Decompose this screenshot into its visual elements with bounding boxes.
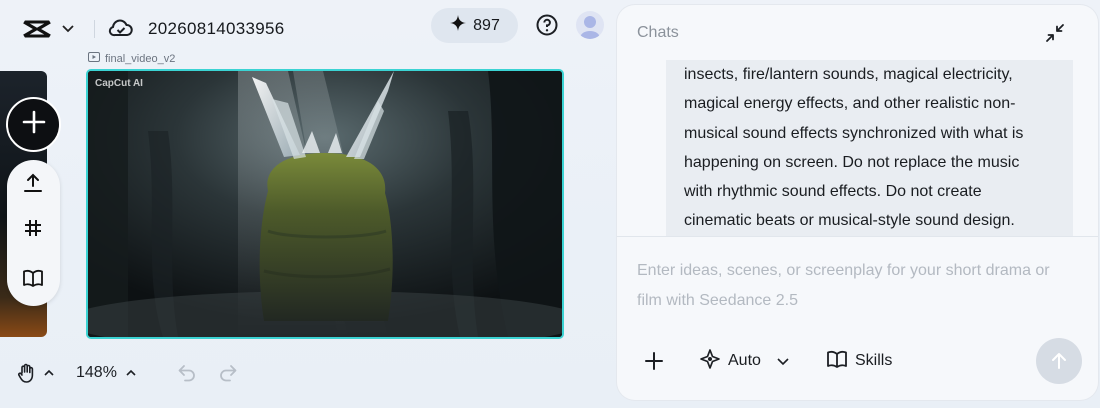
cloud-icon[interactable] [108,16,134,42]
hand-icon [18,363,34,383]
message-line: happening on screen. Do not replace the … [684,153,1020,171]
chat-message-text: insects, fire/lantern sounds, magical el… [684,60,1054,236]
chat-title: Chats [637,24,679,41]
undo-icon [178,365,195,382]
credits-button[interactable]: 897 [431,8,518,43]
capcut-logo-icon[interactable] [22,16,56,42]
mode-label: Auto [728,352,761,369]
skills-label: Skills [855,352,893,369]
hashtag-icon [25,220,41,236]
skills-button[interactable]: Skills [826,348,892,374]
avatar[interactable] [576,11,604,39]
chat-panel: Chats insects, fire/lantern sounds, magi… [617,5,1098,400]
upload-button[interactable] [19,169,47,197]
book-icon [23,269,43,287]
chevron-down-icon[interactable] [775,353,791,369]
chat-divider [617,236,1098,237]
plus-icon [21,109,47,140]
watermark: CapCut AI [95,78,143,89]
library-button[interactable] [19,264,47,292]
hand-tool-button[interactable] [16,362,38,384]
header-divider [94,20,95,38]
project-title[interactable]: 20260814033956 [148,19,285,39]
collapse-button[interactable] [1044,22,1066,44]
video-file-icon [88,52,100,65]
video-frame-image [88,71,562,337]
chat-message: insects, fire/lantern sounds, magical el… [666,60,1073,237]
redo-button[interactable] [217,362,239,384]
arrow-up-icon [1052,353,1066,369]
command-icon [699,348,721,375]
chevron-down-icon[interactable] [60,20,76,36]
video-file-label: final_video_v2 [88,52,175,65]
message-line: insects, fire/lantern sounds, magical el… [684,66,1013,83]
message-line: magical energy effects, and other realis… [684,95,1016,113]
chat-input[interactable]: Enter ideas, scenes, or screenplay for y… [637,256,1077,315]
sparkle-icon [449,14,467,37]
undo-button[interactable] [176,362,198,384]
help-icon[interactable] [535,13,559,37]
chevron-up-icon[interactable] [42,366,56,380]
tool-rail [7,160,60,306]
message-line: musical sound effects synchronized with … [684,124,1024,142]
mode-selector[interactable]: Auto [699,348,761,374]
send-button[interactable] [1036,338,1082,384]
message-line: with rhythmic sound effects. Do not crea… [684,183,982,201]
collapse-icon [1046,24,1064,42]
zoom-chevron-up-icon[interactable] [124,366,138,380]
hashtag-button[interactable] [19,214,47,242]
attach-button[interactable] [643,350,665,372]
upload-icon [24,173,42,192]
plus-icon [645,352,663,370]
add-media-button[interactable] [6,97,61,152]
redo-icon [220,365,237,382]
book-icon [826,348,848,375]
credits-count: 897 [473,16,500,34]
zoom-level[interactable]: 148% [76,364,117,382]
message-line: cinematic beats or musical-style sound d… [684,212,1015,230]
video-preview[interactable]: CapCut AI [86,69,564,339]
